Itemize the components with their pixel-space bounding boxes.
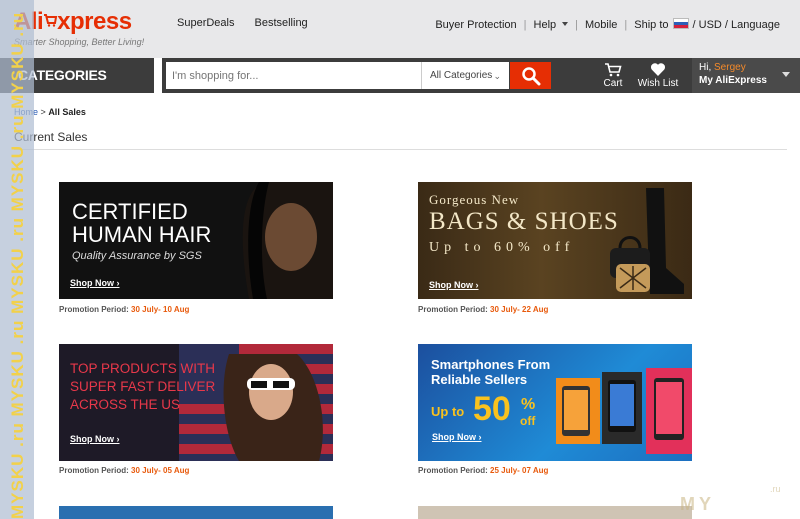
discount-percent-sign: % [521, 396, 536, 413]
search-button[interactable] [510, 62, 551, 89]
buyer-protection-link[interactable]: Buyer Protection [435, 19, 516, 31]
page: Alixpress Smarter Shopping, Better Livin… [0, 0, 800, 519]
cart-icon [605, 63, 622, 77]
promotion-period: Promotion Period: 30 July- 05 Aug [59, 466, 189, 475]
promo-label: Promotion Period: [418, 305, 488, 314]
cart-label: Cart [603, 78, 623, 89]
search-category-label: All Categories [430, 70, 493, 81]
help-menu[interactable]: Help [534, 19, 569, 31]
promo-dates: 30 July- 22 Aug [490, 305, 549, 314]
shop-now-link[interactable]: Shop Now › [429, 280, 479, 290]
shop-now-link[interactable]: Shop Now › [70, 278, 120, 288]
banner-subline: Quality Assurance by SGS [72, 250, 202, 262]
bestselling-link[interactable]: Bestselling [254, 17, 307, 29]
help-label: Help [533, 18, 557, 31]
slash: / [721, 19, 732, 31]
banner-headline: BAGS & SHOES [429, 208, 619, 235]
banner-discount: Up to 60% off [429, 240, 575, 255]
promo-label: Promotion Period: [59, 305, 129, 314]
discount-off: off [520, 414, 536, 428]
banner-smartphones[interactable]: Smartphones From Reliable Sellers Up to 5… [418, 344, 692, 461]
shop-now-link[interactable]: Shop Now › [432, 432, 482, 442]
promotion-period: Promotion Period: 30 July- 10 Aug [59, 305, 189, 314]
separator: | [575, 18, 578, 31]
nav-bar: CATEGORIES All Categories ⌄ Cart Wish Li… [0, 58, 800, 93]
heart-icon [650, 63, 666, 76]
my-aliexpress-menu[interactable]: Hi, Sergey My AliExpress [692, 58, 800, 93]
banner-tagline: Gorgeous New [429, 192, 520, 207]
watermark-corner-ru: .ru [770, 484, 781, 494]
promotion-period: Promotion Period: 25 July- 07 Aug [418, 466, 548, 475]
banner-headline: CERTIFIED HUMAN HAIR [72, 200, 211, 246]
divider [14, 149, 787, 150]
banner-human-hair[interactable]: CERTIFIED HUMAN HAIR Quality Assurance by… [59, 182, 333, 299]
breadcrumb-current: All Sales [48, 107, 86, 117]
top-links-left: SuperDeals Bestselling [177, 17, 308, 29]
wishlist-button[interactable]: Wish List [628, 62, 688, 89]
smartphones-image [556, 368, 692, 454]
bags-shoes-image [610, 188, 684, 294]
wishlist-label: Wish List [637, 78, 679, 89]
mobile-link[interactable]: Mobile [585, 19, 617, 31]
banner-headline: Smartphones From Reliable Sellers [431, 357, 550, 387]
ship-to-selector[interactable]: Ship to / USD / Language [634, 18, 780, 31]
greeting-text: Hi, [699, 62, 712, 73]
promo-label: Promotion Period: [418, 466, 488, 475]
headline-line1: CERTIFIED [72, 199, 188, 224]
discount-value: 50 [473, 390, 511, 428]
banner-headline: TOP PRODUCTS WITH SUPER FAST DELIVER ACROS… [70, 360, 215, 414]
separator: | [624, 18, 628, 31]
promo-dates: 30 July- 10 Aug [131, 305, 190, 314]
promotion-period: Promotion Period: 30 July- 22 Aug [418, 305, 548, 314]
search-category-select[interactable]: All Categories ⌄ [421, 62, 509, 89]
search-area: All Categories ⌄ Cart Wish List Hi, Serg… [162, 58, 800, 93]
logo-cart-icon [44, 14, 58, 27]
headline-line2: Reliable Sellers [431, 372, 528, 387]
headline-line1: TOP PRODUCTS WITH [70, 361, 216, 376]
watermark-corner: MY [680, 494, 715, 514]
dropdown-arrow-icon [782, 72, 790, 77]
separator: | [523, 18, 527, 31]
top-bar: Alixpress Smarter Shopping, Better Livin… [0, 0, 800, 58]
promo-label: Promotion Period: [59, 466, 129, 475]
shop-now-link[interactable]: Shop Now › [70, 434, 120, 444]
chevron-down-icon: ⌄ [493, 71, 501, 81]
banner-bags-shoes[interactable]: Gorgeous New BAGS & SHOES Up to 60% off … [418, 182, 692, 299]
watermark-text: MYSKU .ru MYSKU .ru MYSKU .ru MYSKU .ru … [8, 11, 27, 519]
search-input[interactable] [166, 62, 422, 89]
currency-label: USD [698, 19, 722, 31]
search-icon [521, 66, 540, 85]
breadcrumb-separator: > [40, 107, 46, 117]
chevron-down-icon [562, 21, 569, 26]
headline-line2: SUPER FAST DELIVER [70, 379, 216, 394]
banner-us-delivery[interactable]: TOP PRODUCTS WITH SUPER FAST DELIVER ACROS… [59, 344, 333, 461]
headline-line1: Smartphones From [431, 357, 551, 372]
watermark-strip: MYSKU .ru MYSKU .ru MYSKU .ru MYSKU .ru … [0, 0, 34, 519]
banner-partial-right[interactable] [418, 506, 692, 519]
language-label: Language [731, 19, 780, 31]
logo-text-xpress: xpress [57, 8, 132, 35]
discount-upto: Up to [431, 404, 465, 419]
ship-to-label: Ship to [634, 19, 669, 31]
top-links-right: Buyer Protection | Help | Mobile | Ship … [435, 18, 780, 31]
model-silhouette-image [242, 182, 333, 299]
russia-flag-icon [672, 18, 689, 29]
promo-dates: 30 July- 05 Aug [131, 466, 190, 475]
headline-line2: HUMAN HAIR [72, 222, 212, 247]
superdeals-link[interactable]: SuperDeals [177, 17, 234, 29]
user-name: Sergey [714, 62, 746, 73]
headline-line3: ACROSS THE US [70, 397, 181, 412]
promo-dates: 25 July- 07 Aug [490, 466, 549, 475]
banner-partial-left[interactable] [59, 506, 333, 519]
